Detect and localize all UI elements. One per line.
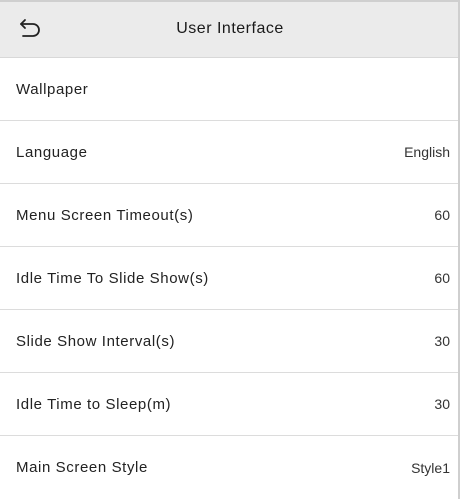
menu-item-slide-show-interval[interactable]: Slide Show Interval(s) 30 (0, 310, 460, 373)
menu-item-label: Language (16, 143, 88, 161)
menu-item-label: Slide Show Interval(s) (16, 332, 176, 350)
menu-item-value: English (404, 144, 450, 160)
menu-item-idle-time-to-slide-show[interactable]: Idle Time To Slide Show(s) 60 (0, 247, 460, 310)
menu-item-label: Idle Time to Sleep(m) (16, 395, 172, 413)
menu-item-value: 60 (434, 207, 450, 223)
menu-item-label: Wallpaper (16, 80, 89, 98)
menu-item-main-screen-style[interactable]: Main Screen Style Style1 (0, 436, 460, 499)
header-bar: User Interface (0, 0, 460, 58)
settings-list: Wallpaper Language English Menu Screen T… (0, 58, 460, 499)
menu-item-label: Idle Time To Slide Show(s) (16, 269, 209, 287)
menu-item-menu-screen-timeout[interactable]: Menu Screen Timeout(s) 60 (0, 184, 460, 247)
user-interface-screen: User Interface Wallpaper Language Englis… (0, 0, 460, 499)
menu-item-value: Style1 (411, 459, 450, 476)
menu-item-label: Main Screen Style (16, 459, 148, 476)
menu-item-wallpaper[interactable]: Wallpaper (0, 58, 460, 121)
menu-item-idle-time-to-sleep[interactable]: Idle Time to Sleep(m) 30 (0, 373, 460, 436)
menu-item-label: Menu Screen Timeout(s) (16, 206, 194, 224)
menu-item-value: 30 (434, 333, 450, 349)
page-title: User Interface (176, 20, 284, 37)
menu-item-value: 60 (434, 270, 450, 286)
menu-item-language[interactable]: Language English (0, 121, 460, 184)
menu-item-value: 30 (434, 396, 450, 412)
